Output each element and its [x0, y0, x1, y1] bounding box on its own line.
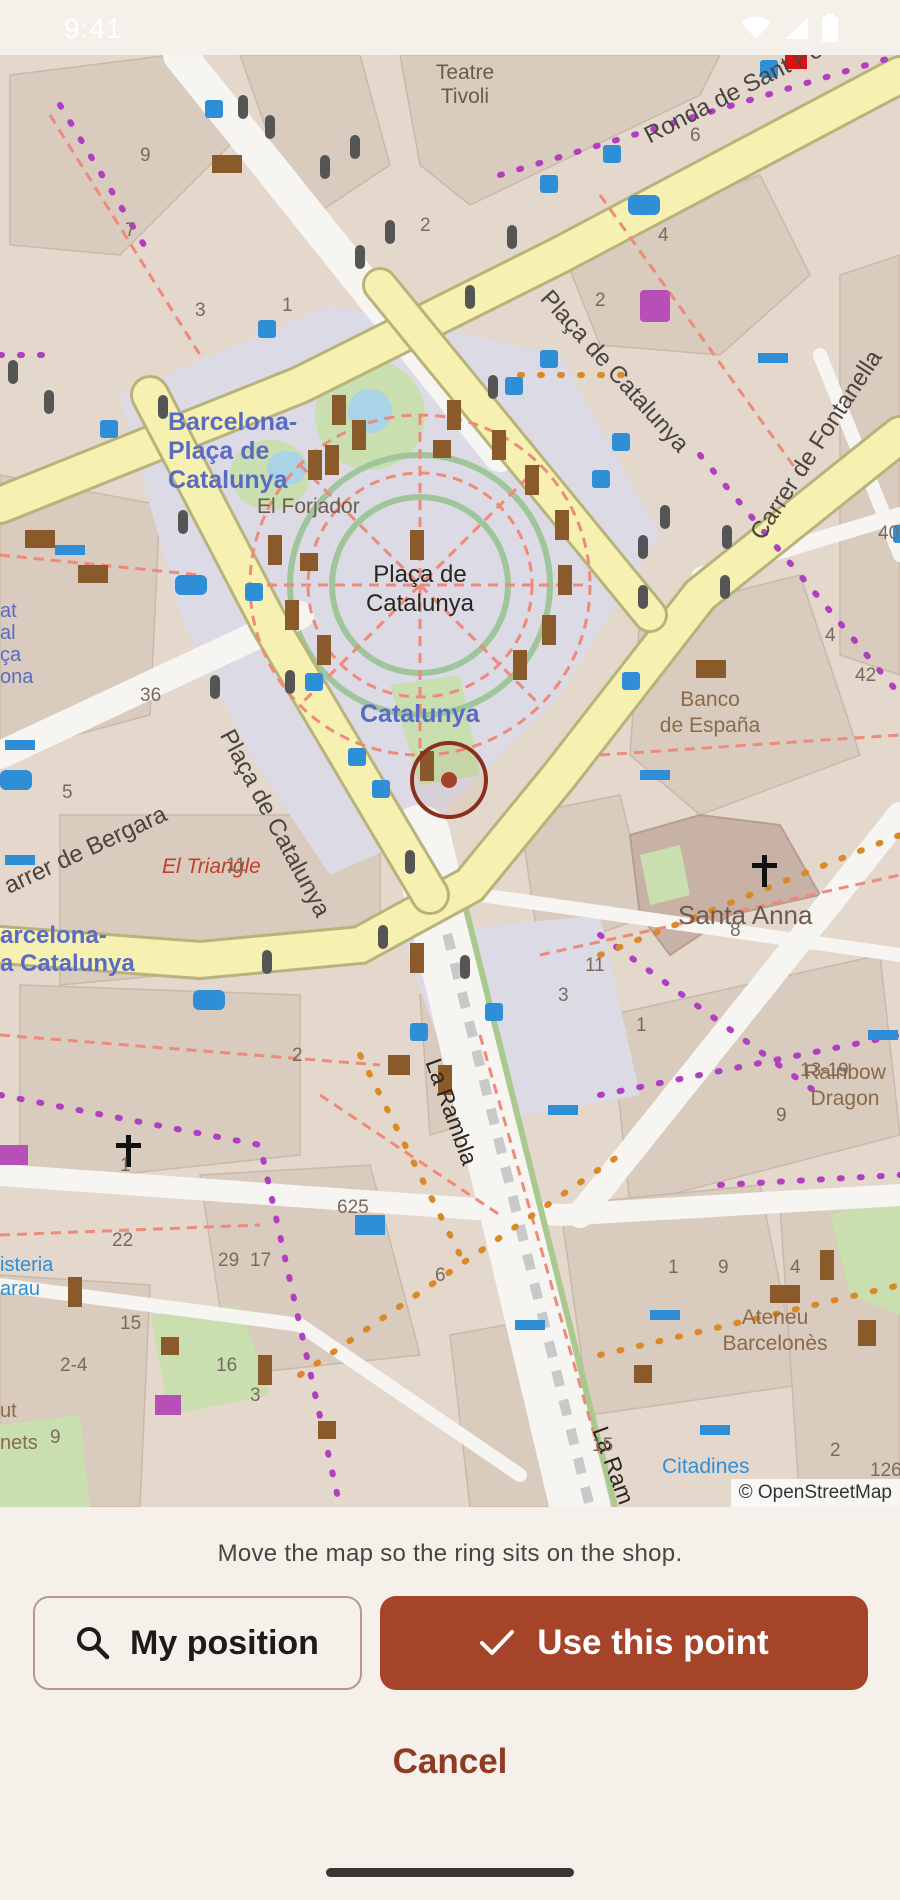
house-number-label: 4: [825, 625, 836, 646]
house-number-label: 9: [50, 1427, 61, 1448]
label-side-left: at al ça ona: [0, 600, 34, 688]
house-number-label: 1: [120, 1155, 131, 1176]
label-bottom-left: ut nets: [0, 1400, 38, 1454]
house-number-label: 2: [595, 290, 606, 311]
house-number-label: 16: [216, 1355, 238, 1376]
my-position-button[interactable]: My position: [33, 1596, 362, 1690]
house-number-label: 2-4: [60, 1355, 88, 1376]
status-time: 9:41: [64, 13, 123, 44]
house-number-label: 8: [730, 920, 741, 941]
signal-icon: [786, 17, 808, 39]
my-position-label: My position: [130, 1623, 319, 1662]
house-number-label: 7: [125, 220, 136, 241]
label-banco-espana: Banco de España: [659, 688, 761, 737]
house-number-label: 3: [250, 1385, 261, 1406]
label-barcelona-left: arcelona- a Catalunya: [0, 922, 135, 977]
house-number-label: 2: [830, 1440, 841, 1461]
house-number-label: 3: [195, 300, 206, 321]
house-number-label: 15: [592, 1435, 614, 1456]
house-number-label: 40: [878, 523, 900, 544]
instruction-text: Move the map so the ring sits on the sho…: [217, 1540, 683, 1567]
house-number-label: 42: [855, 665, 877, 686]
home-indicator[interactable]: [326, 1868, 574, 1877]
house-number-label: 15: [120, 1313, 142, 1334]
house-number-label: 9: [140, 145, 151, 166]
house-number-label: 17: [250, 1250, 272, 1271]
house-number-label: 11: [585, 955, 605, 976]
house-number-label: 3: [558, 985, 569, 1006]
house-number-label: 1: [636, 1015, 647, 1036]
label-catalunya: Catalunya: [360, 700, 480, 728]
target-ring-center: [441, 772, 457, 788]
house-number-label: 29: [218, 1250, 240, 1271]
house-number-label: 13-19: [800, 1060, 849, 1081]
house-number-label: 1: [282, 295, 293, 316]
label-placa-center: Plaça de Catalunya: [365, 561, 475, 617]
wifi-icon: [741, 16, 771, 39]
search-icon: [76, 1626, 110, 1660]
label-teatre-tivoli: Teatre Tivoli: [435, 61, 495, 108]
battery-icon: [822, 14, 838, 42]
house-number-label: 126: [870, 1460, 900, 1481]
check-icon: [479, 1628, 515, 1658]
label-citadines: Citadines: [662, 1455, 750, 1478]
house-number-label: 9: [718, 1257, 729, 1278]
house-number-label: 4: [790, 1257, 801, 1278]
use-this-point-label: Use this point: [537, 1623, 769, 1662]
house-number-label: 1: [668, 1257, 679, 1278]
house-number-label: 625: [337, 1197, 369, 1218]
house-number-label: 5: [62, 782, 73, 803]
map-attribution[interactable]: © OpenStreetMap: [730, 1479, 900, 1507]
label-ateneu: Ateneu Barcelonès: [722, 1306, 828, 1355]
use-this-point-button[interactable]: Use this point: [380, 1596, 868, 1690]
house-number-label: 9: [776, 1105, 787, 1126]
house-number-label: 4: [658, 225, 669, 246]
house-number-label: 36: [140, 685, 162, 706]
house-number-label: 6: [690, 125, 701, 146]
house-number-label: 2: [420, 215, 431, 236]
label-el-forjador: El Forjador: [257, 495, 360, 518]
house-number-label: 11: [226, 855, 246, 876]
label-el-triangle: El Triangle: [162, 855, 261, 878]
house-number-label: 2: [292, 1045, 303, 1066]
house-number-label: 22: [112, 1230, 134, 1251]
label-isteria: isteria arau: [0, 1254, 54, 1300]
label-santa-anna: Santa Anna: [678, 900, 813, 930]
status-bar: 9:41: [0, 0, 900, 55]
cancel-button[interactable]: Cancel: [0, 1742, 900, 1782]
house-number-label: 6: [435, 1265, 446, 1286]
label-barcelona-placa: Barcelona- Plaça de Catalunya: [168, 408, 298, 494]
status-icons: [740, 14, 838, 42]
map-view[interactable]: Teatre Tivoli Ronda de Sant Pere Plaça d…: [0, 55, 900, 1507]
